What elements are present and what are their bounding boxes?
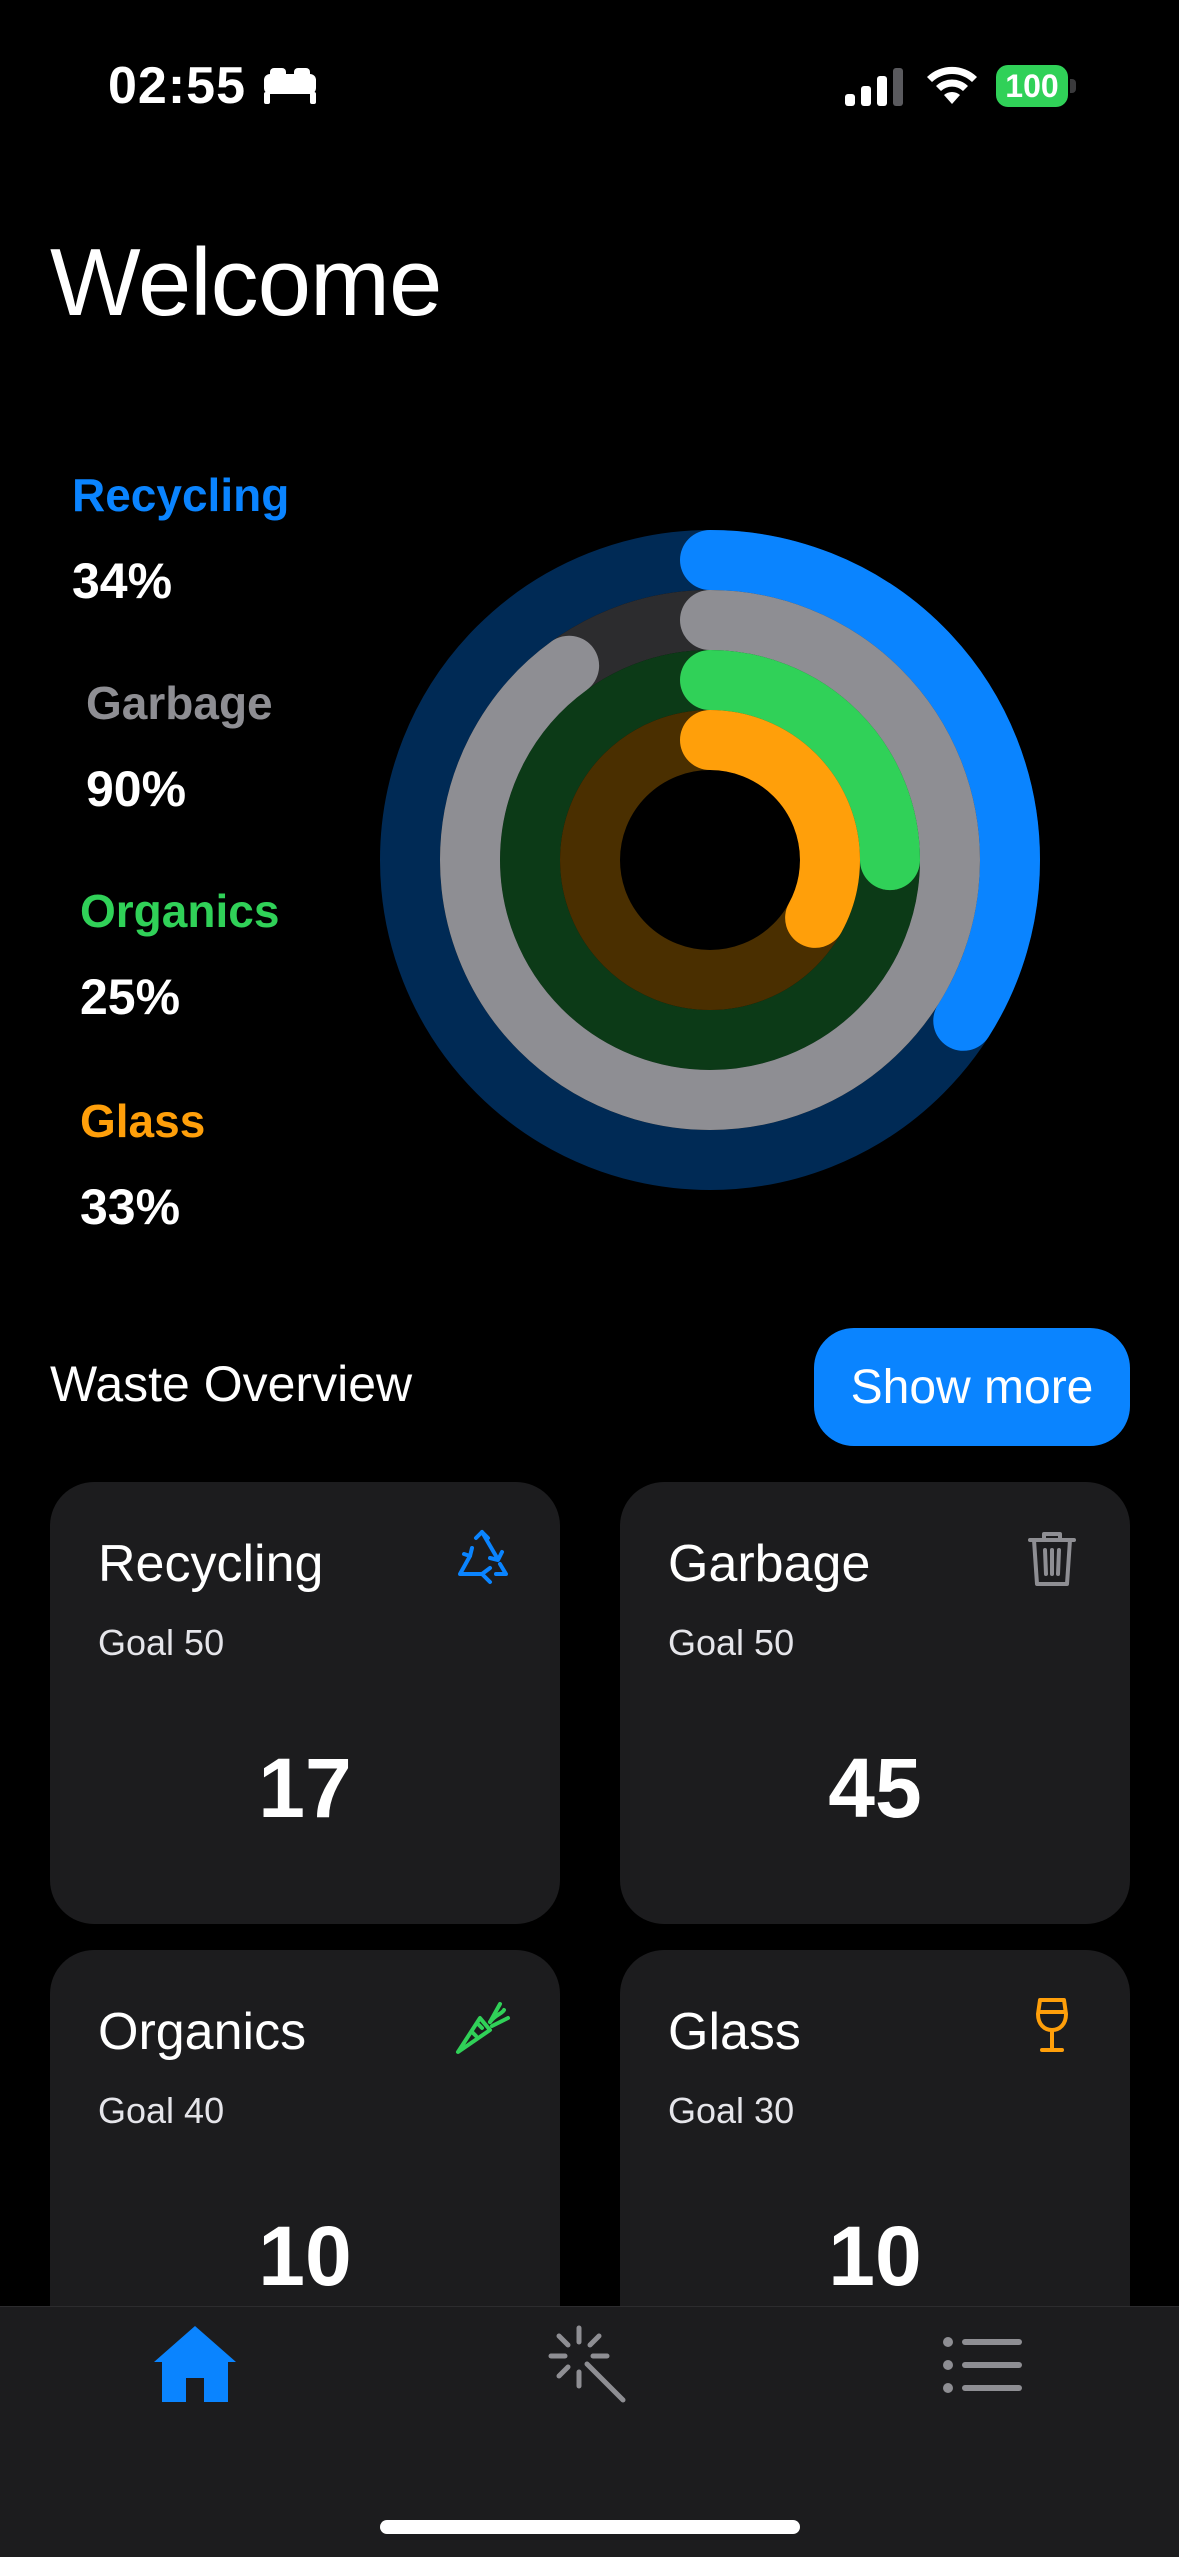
- card-goal: Goal 50: [668, 1622, 795, 1663]
- card-title: Glass: [668, 2003, 801, 2061]
- tab-home[interactable]: [150, 2320, 240, 2410]
- card-goal: Goal 50: [98, 1622, 225, 1663]
- card-value: 10: [258, 2209, 352, 2303]
- wifi-icon: [927, 66, 977, 104]
- trash-icon: [1028, 1532, 1076, 1586]
- battery-tip: [1070, 79, 1076, 93]
- battery-level: 100: [996, 65, 1068, 107]
- legend-recycling-label: Recycling: [72, 469, 290, 521]
- magic-wand-icon: [548, 2325, 626, 2403]
- show-more-button[interactable]: Show more: [814, 1328, 1130, 1446]
- recycling-card[interactable]: Recycling Goal 50 17: [50, 1482, 560, 1924]
- list-icon: [943, 2337, 1022, 2393]
- cellular-signal-icon: [845, 68, 903, 106]
- card-value: 10: [828, 2209, 922, 2303]
- house-icon: [154, 2326, 236, 2402]
- tab-magic[interactable]: [543, 2320, 633, 2410]
- legend-recycling-value: 34%: [72, 553, 173, 609]
- card-title: Garbage: [668, 1535, 871, 1593]
- bed-icon: [264, 68, 316, 104]
- legend-garbage-label: Garbage: [86, 677, 273, 729]
- page-title: Welcome: [50, 229, 442, 336]
- section-title: Waste Overview: [50, 1356, 413, 1412]
- home-indicator: [380, 2520, 800, 2534]
- garbage-card[interactable]: Garbage Goal 50 45: [620, 1482, 1130, 1924]
- legend-organics-label: Organics: [80, 885, 280, 937]
- battery-indicator: 100: [996, 65, 1076, 107]
- card-goal: Goal 30: [668, 2090, 795, 2131]
- tab-list[interactable]: [938, 2320, 1028, 2410]
- legend-glass-label: Glass: [80, 1095, 206, 1147]
- card-title: Recycling: [98, 1535, 324, 1593]
- card-title: Organics: [98, 2003, 307, 2061]
- recycle-icon: [458, 1530, 508, 1584]
- legend-garbage-value: 90%: [86, 761, 187, 817]
- legend-glass-value: 33%: [80, 1179, 181, 1235]
- wine-glass-icon: [1036, 1998, 1068, 2052]
- card-value: 17: [258, 1741, 352, 1835]
- card-goal: Goal 40: [98, 2090, 225, 2131]
- card-value: 45: [828, 1741, 922, 1835]
- status-time: 02:55: [108, 57, 246, 115]
- activity-rings-chart: [380, 530, 1040, 1190]
- carrot-icon: [456, 2002, 510, 2054]
- legend-organics-value: 25%: [80, 969, 181, 1025]
